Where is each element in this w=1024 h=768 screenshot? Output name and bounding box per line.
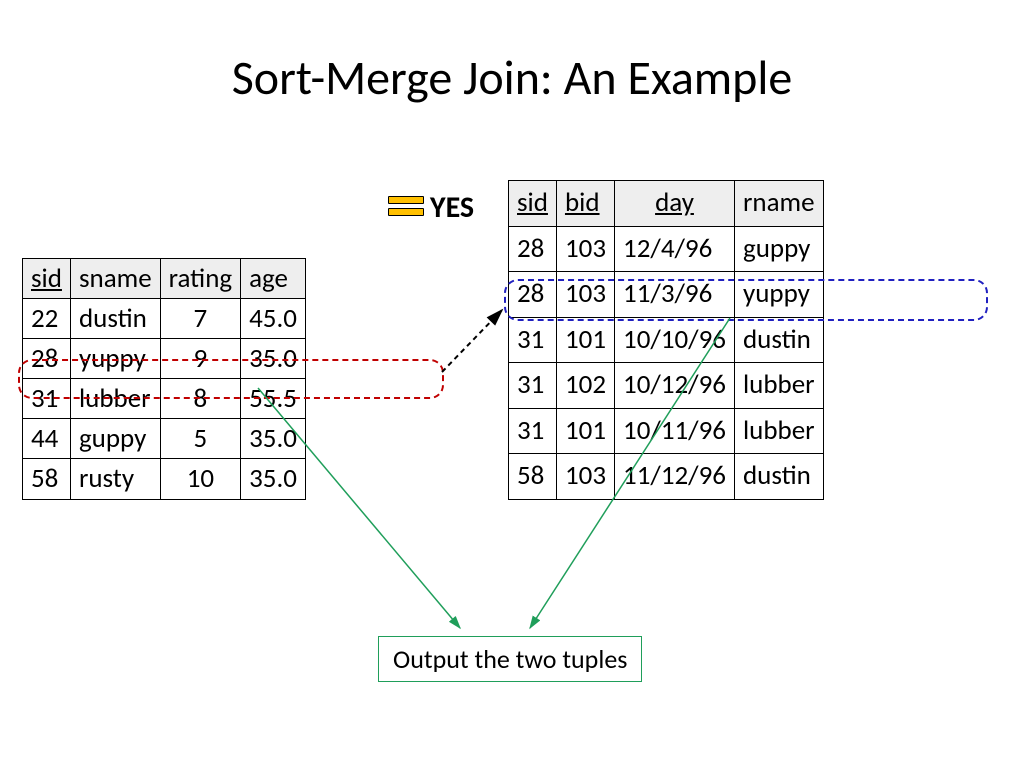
col-sid: sid (23, 259, 71, 299)
sailors-table: sid sname rating age 22dustin745.0 28yup… (22, 258, 306, 500)
match-yes-label: YES (430, 189, 474, 226)
table-row: 3110110/10/96dustin (509, 317, 824, 363)
table-row: 28yuppy935.0 (23, 339, 306, 379)
match-arrow (442, 310, 502, 372)
page-title: Sort-Merge Join: An Example (0, 48, 1024, 107)
col-day: day (615, 181, 735, 227)
col-bid: bid (556, 181, 614, 227)
col-rname: rname (734, 181, 823, 227)
col-rating: rating (160, 259, 240, 299)
col-age: age (241, 259, 306, 299)
table-row: 58rusty1035.0 (23, 459, 306, 499)
equals-icon (388, 196, 422, 216)
table-row: 3110110/11/96lubber (509, 408, 824, 454)
table-row: 44guppy535.0 (23, 419, 306, 459)
col-sid: sid (509, 181, 557, 227)
table-row: 2810312/4/96guppy (509, 226, 824, 272)
table-row: 31lubber855.5 (23, 379, 306, 419)
table-row: 2810311/3/96yuppy (509, 272, 824, 318)
col-sname: sname (70, 259, 160, 299)
reserves-table: sid bid day rname 2810312/4/96guppy 2810… (508, 180, 824, 500)
table-row: 5810311/12/96dustin (509, 454, 824, 500)
table-row: 22dustin745.0 (23, 299, 306, 339)
output-caption: Output the two tuples (378, 636, 642, 682)
table-row: 3110210/12/96lubber (509, 363, 824, 409)
slide: Sort-Merge Join: An Example YES sid snam… (0, 0, 1024, 768)
